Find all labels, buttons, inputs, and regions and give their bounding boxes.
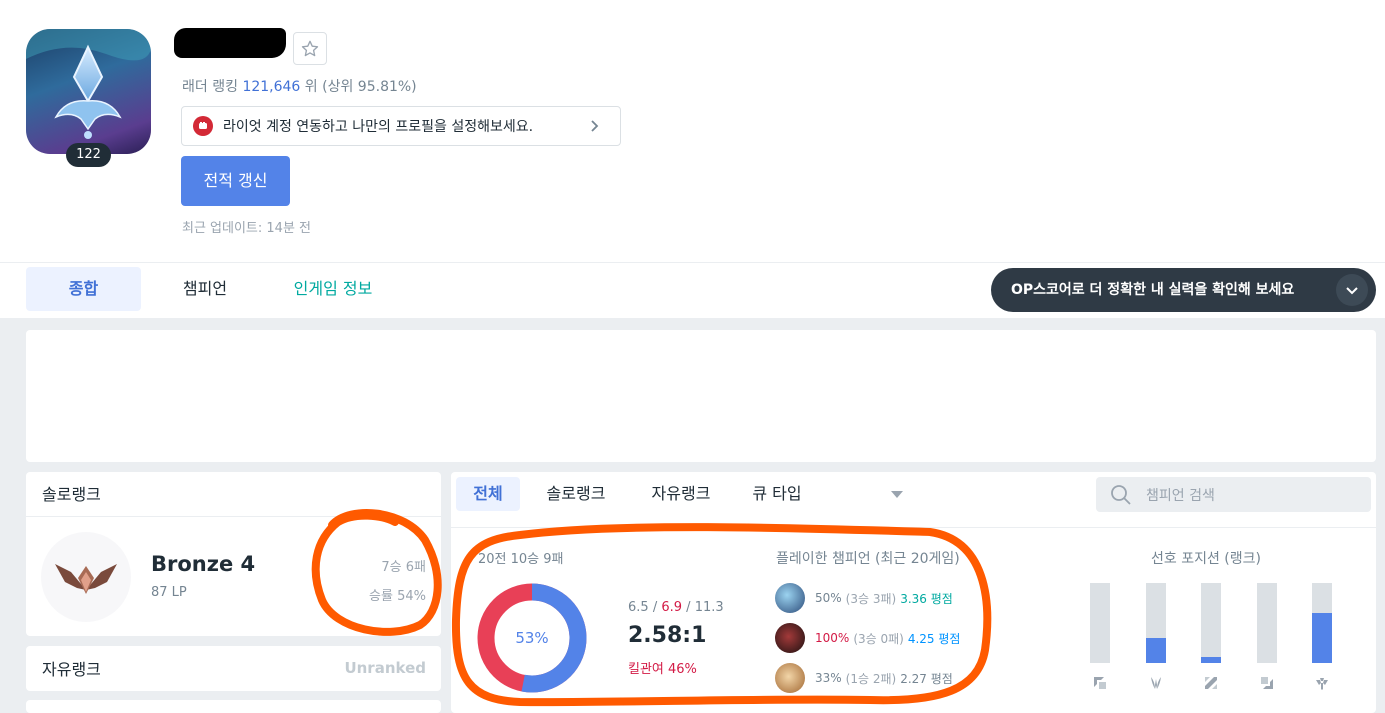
kda-kills: 6.5 bbox=[628, 600, 649, 615]
champion-kda: 4.25 평점 bbox=[907, 631, 961, 646]
position-bar-jungle bbox=[1146, 583, 1166, 663]
position-bar-mid bbox=[1201, 583, 1221, 663]
preferred-position-title: 선호 포지션 (랭크) bbox=[1151, 551, 1261, 567]
position-bar-support bbox=[1312, 583, 1332, 663]
games-summary: 20전 10승 9패 bbox=[478, 552, 564, 567]
champion-row[interactable]: 100% (3승 0패) 4.25 평점 bbox=[775, 623, 960, 653]
divider bbox=[451, 527, 1376, 528]
support-icon bbox=[1316, 678, 1328, 690]
summoner-name-redacted bbox=[174, 28, 286, 58]
ladder-suffix: 위 (상위 95.81%) bbox=[304, 79, 417, 95]
search-input[interactable]: 챔피언 검색 bbox=[1146, 485, 1215, 505]
kda-assists: 11.3 bbox=[694, 600, 724, 615]
op-score-promo[interactable]: OP스코어로 더 정확한 내 실력을 확인해 보세요 bbox=[991, 268, 1376, 312]
champion-search[interactable]: 챔피언 검색 bbox=[1096, 477, 1371, 512]
kda-ratio: 2.58:1 bbox=[628, 623, 707, 648]
champion-winrate: 50% bbox=[815, 591, 842, 605]
next-card bbox=[26, 700, 441, 713]
kda-deaths: 6.9 bbox=[661, 600, 683, 615]
profile-icon bbox=[26, 29, 151, 154]
champion-record: (3승 0패) bbox=[853, 631, 904, 646]
tier-name: Bronze 4 bbox=[151, 552, 256, 576]
caret-down-icon[interactable] bbox=[891, 491, 903, 498]
filter-tab-flex[interactable]: 자유랭크 bbox=[636, 477, 726, 511]
ladder-label: 래더 랭킹 bbox=[182, 79, 238, 95]
champion-avatar bbox=[775, 663, 805, 693]
search-icon bbox=[1111, 484, 1131, 505]
champion-kda: 2.27 평점 bbox=[900, 671, 953, 686]
chevron-right-icon bbox=[591, 120, 599, 132]
level-badge: 122 bbox=[66, 143, 111, 167]
last-update-text: 최근 업데이트: 14분 전 bbox=[182, 221, 311, 236]
position-fill bbox=[1146, 638, 1166, 663]
tab-overview[interactable]: 종합 bbox=[26, 267, 141, 311]
adc-icon bbox=[1261, 677, 1273, 689]
champion-record: (3승 3패) bbox=[845, 591, 897, 606]
position-bar-adc bbox=[1257, 583, 1277, 663]
position-bar-top bbox=[1090, 583, 1110, 663]
chevron-down-icon[interactable] bbox=[1336, 274, 1368, 306]
riot-banner-text: 라이엇 계정 연동하고 나만의 프로필을 설정해보세요. bbox=[223, 119, 534, 135]
jungle-icon bbox=[1151, 677, 1161, 689]
kda-average: 6.5 / 6.9 / 11.3 bbox=[628, 600, 724, 615]
favorite-button[interactable] bbox=[293, 32, 327, 65]
mid-icon bbox=[1205, 677, 1217, 689]
star-icon bbox=[301, 40, 319, 56]
filter-tab-all[interactable]: 전체 bbox=[456, 477, 520, 511]
queue-type-select[interactable]: 큐 타입 bbox=[740, 477, 814, 511]
op-score-promo-text: OP스코어로 더 정확한 내 실력을 확인해 보세요 bbox=[1011, 282, 1295, 298]
champion-row[interactable]: 33% (1승 2패) 2.27 평점 bbox=[775, 663, 953, 693]
champion-winrate: 100% bbox=[815, 631, 850, 645]
solo-rank-title: 솔로랭크 bbox=[42, 485, 101, 504]
win-rate: 승률 54% bbox=[369, 589, 426, 604]
filter-tab-solo[interactable]: 솔로랭크 bbox=[531, 477, 621, 511]
ladder-ranking: 래더 랭킹 121,646 위 (상위 95.81%) bbox=[182, 76, 417, 96]
kill-participation: 킬관여 46% bbox=[628, 662, 697, 677]
ladder-rank[interactable]: 121,646 bbox=[242, 79, 300, 95]
champion-avatar bbox=[775, 583, 805, 613]
divider bbox=[26, 516, 441, 517]
tab-ingame[interactable]: 인게임 정보 bbox=[272, 267, 394, 311]
top-icon bbox=[1094, 677, 1106, 689]
played-champions-title: 플레이한 챔피언 (최근 20게임) bbox=[776, 551, 960, 567]
tab-champions[interactable]: 챔피언 bbox=[150, 267, 260, 311]
tier-lp: 87 LP bbox=[151, 585, 187, 600]
champion-winrate: 33% bbox=[815, 671, 842, 685]
champion-kda: 3.36 평점 bbox=[900, 591, 953, 606]
position-fill bbox=[1312, 613, 1332, 663]
win-loss-record: 7승 6패 bbox=[381, 560, 426, 575]
riot-link-banner[interactable]: 라이엇 계정 연동하고 나만의 프로필을 설정해보세요. bbox=[181, 106, 621, 146]
champion-avatar bbox=[775, 623, 805, 653]
champion-row[interactable]: 50% (3승 3패) 3.36 평점 bbox=[775, 583, 953, 613]
winrate-donut: 53% bbox=[477, 583, 587, 693]
riot-fist-icon bbox=[193, 116, 213, 136]
donut-winrate-label: 53% bbox=[515, 629, 548, 647]
flex-rank-title: 자유랭크 bbox=[42, 660, 101, 679]
flex-rank-status: Unranked bbox=[344, 659, 426, 677]
refresh-button[interactable]: 전적 갱신 bbox=[181, 156, 290, 206]
ad-banner-area bbox=[26, 330, 1376, 462]
position-fill bbox=[1201, 657, 1221, 663]
bronze-emblem-icon bbox=[41, 532, 131, 622]
champion-record: (1승 2패) bbox=[845, 671, 897, 686]
